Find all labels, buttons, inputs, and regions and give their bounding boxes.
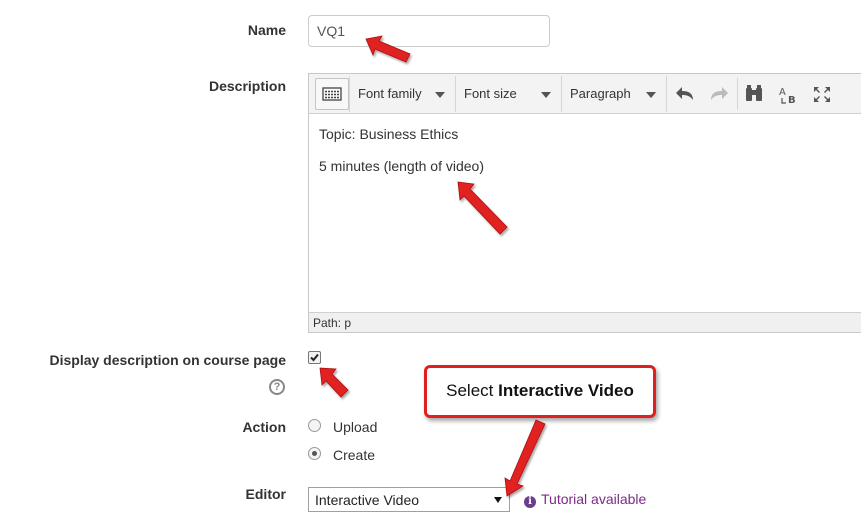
chevron-down-icon [435,92,445,98]
display-description-label: Display description on course page [49,352,286,368]
editor-content[interactable]: Topic: Business Ethics 5 minutes (length… [319,126,484,190]
callout-bold: Interactive Video [498,381,634,400]
checkmark-icon [310,353,319,362]
arrow-icon [504,419,546,497]
editor-toolbar: Font family Font size Paragraph A B [309,74,861,114]
instruction-callout: Select Interactive Video [424,365,656,418]
format-select[interactable]: Paragraph [561,76,667,112]
chevron-down-icon [646,92,656,98]
toolbar-divider [737,78,738,110]
editor-select-value: Interactive Video [315,492,420,508]
name-input[interactable] [308,15,550,47]
fullscreen-icon[interactable] [807,80,837,108]
format-label: Paragraph [570,86,631,101]
font-size-select[interactable]: Font size [455,76,561,112]
editor-path-bar: Path: p [309,312,861,332]
font-size-label: Font size [464,86,517,101]
font-family-select[interactable]: Font family [349,76,455,112]
chevron-down-icon [541,92,551,98]
create-radio[interactable] [308,447,321,460]
help-icon[interactable]: ? [269,379,285,395]
spellcheck-icon[interactable]: A B [773,80,803,108]
tutorial-link[interactable]: i Tutorial available [524,491,646,508]
info-icon: i [524,496,536,508]
find-icon[interactable] [739,80,769,108]
description-editor: Font family Font size Paragraph A B Topi… [308,73,861,333]
toggle-toolbar-icon [322,87,342,101]
content-paragraph: 5 minutes (length of video) [319,158,484,174]
redo-icon[interactable] [703,80,733,108]
svg-text:A: A [779,87,786,98]
tutorial-text: Tutorial available [541,491,647,507]
font-family-label: Font family [358,86,422,101]
editor-label: Editor [245,486,286,502]
toggle-toolbar-button[interactable] [315,78,349,110]
description-label: Description [208,78,286,94]
path-text: Path: p [313,316,352,330]
dropdown-arrow-icon [494,497,502,503]
content-paragraph: Topic: Business Ethics [319,126,459,142]
name-label: Name [247,22,286,38]
upload-radio-label[interactable]: Upload [333,419,377,435]
callout-prefix: Select [446,381,499,400]
svg-text:B: B [788,95,796,106]
radio-selected-dot [312,451,317,456]
arrow-icon [319,367,349,398]
display-description-checkbox[interactable] [308,351,321,364]
undo-icon[interactable] [671,80,701,108]
editor-select[interactable]: Interactive Video [308,487,510,512]
upload-radio[interactable] [308,419,321,432]
create-radio-label[interactable]: Create [333,447,375,463]
action-label: Action [242,419,286,435]
